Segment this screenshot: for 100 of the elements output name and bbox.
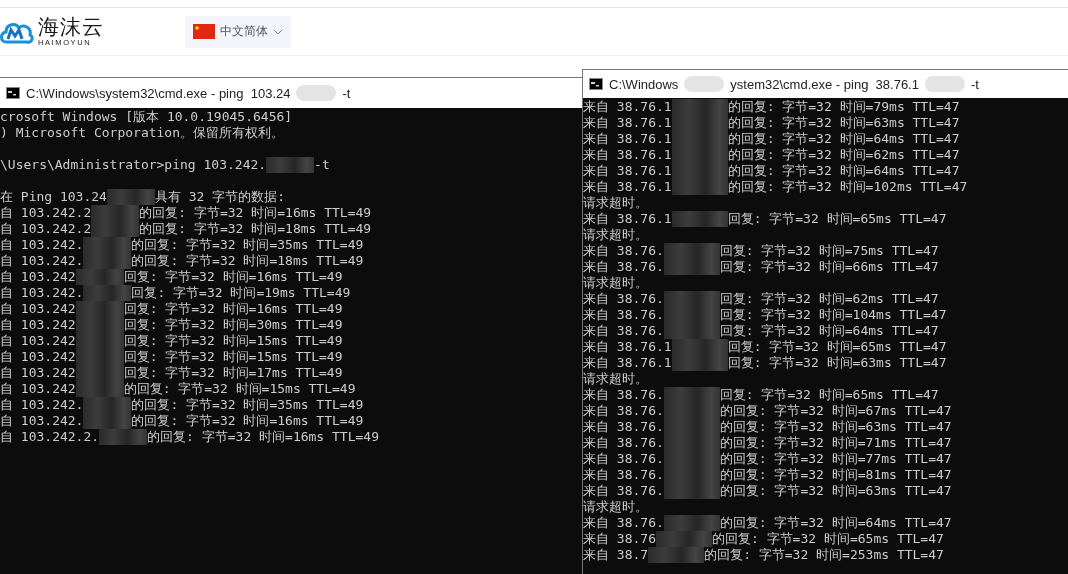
- console-text: 自 103.242: [0, 333, 76, 349]
- window-title: ystem32\cmd.exe - ping 38.76.1: [730, 76, 919, 92]
- console-text: \Users\Administrator>ping 103.242.: [0, 157, 267, 173]
- console-text: -t: [314, 157, 330, 173]
- console-text: 来自 38.76.: [583, 451, 664, 467]
- redaction-mask: [83, 237, 132, 253]
- console-text: 的回复: 字节=32 时间=71ms TTL=47: [719, 435, 952, 451]
- redaction-mask: [75, 269, 124, 285]
- console-text: 来自 38.76.: [583, 323, 664, 339]
- redaction-mask: [663, 515, 720, 531]
- flag-icon: [193, 24, 215, 39]
- redaction-mask: [83, 253, 132, 269]
- console-text: 的回复: 字节=32 时间=79ms TTL=47: [727, 99, 960, 115]
- console-text: 来自 38.76.: [583, 243, 664, 259]
- logo-text: 海沫云: [38, 16, 104, 38]
- console-icon: [589, 78, 603, 90]
- redaction-mask: [684, 76, 725, 92]
- console-text: 的回复: 字节=32 时间=18ms TTL=49: [131, 253, 364, 269]
- console-text: 来自 38.76.: [583, 483, 664, 499]
- console-text: 请求超时。: [583, 227, 648, 243]
- redaction-mask: [663, 259, 720, 275]
- console-text: 回复: 字节=32 时间=15ms TTL=49: [123, 349, 343, 365]
- console-text: 的回复: 字节=32 时间=16ms TTL=49: [147, 429, 379, 445]
- console-text: 回复: 字节=32 时间=16ms TTL=49: [123, 301, 343, 317]
- console-text: 来自 38.76.1: [583, 211, 672, 227]
- console-text: 自 103.242.: [0, 285, 84, 301]
- console-text: 来自 38.76.: [583, 291, 664, 307]
- console-text: 自 103.242: [0, 269, 76, 285]
- console-text: 的回复: 字节=32 时间=62ms TTL=47: [727, 147, 960, 163]
- redaction-mask: [663, 323, 720, 339]
- window-title: -t: [342, 85, 351, 101]
- console-text: 自 103.242.: [0, 237, 84, 253]
- console-text: 回复: 字节=32 时间=65ms TTL=47: [727, 211, 947, 227]
- console-text: 的回复: 字节=32 时间=67ms TTL=47: [719, 403, 952, 419]
- console-text: 来自 38.76: [583, 531, 656, 547]
- window-title: C:\Windows: [609, 76, 679, 92]
- redaction-mask: [671, 339, 728, 355]
- redaction-mask: [99, 429, 148, 445]
- console-text: 来自 38.76.1: [583, 355, 672, 371]
- console-text: 的回复: 字节=32 时间=16ms TTL=49: [131, 413, 364, 429]
- console-text: 来自 38.76.: [583, 435, 664, 451]
- console-text: 的回复: 字节=32 时间=63ms TTL=47: [719, 483, 952, 499]
- console-text: 来自 38.76.1: [583, 115, 672, 131]
- console-text: 来自 38.76.: [583, 307, 664, 323]
- language-dropdown[interactable]: 中文简体: [185, 15, 291, 48]
- console-text: 具有 32 字节的数据:: [154, 189, 286, 205]
- redaction-mask: [266, 157, 315, 173]
- redaction-mask: [671, 355, 728, 371]
- console-text: 自 103.242.2.: [0, 429, 100, 445]
- redaction-mask: [75, 301, 124, 317]
- redaction-mask: [75, 381, 124, 397]
- console-text: 自 103.242.2: [0, 205, 92, 221]
- console-text: 回复: 字节=32 时间=104ms TTL=47: [719, 307, 947, 323]
- console-text: 回复: 字节=32 时间=62ms TTL=47: [719, 291, 939, 307]
- console-text: 的回复: 字节=32 时间=77ms TTL=47: [719, 451, 952, 467]
- console-text: 请求超时。: [583, 499, 648, 515]
- console-text: 的回复: 字节=32 时间=35ms TTL=49: [131, 237, 364, 253]
- console-text: 的回复: 字节=32 时间=253ms TTL=47: [704, 547, 944, 563]
- console-text: 自 103.242.: [0, 253, 84, 269]
- redaction-mask: [671, 211, 728, 227]
- console-text: 的回复: 字节=32 时间=18ms TTL=49: [139, 221, 372, 237]
- console-text: crosoft Windows [版本 10.0.19045.6456]: [0, 109, 293, 125]
- console-text: 来自 38.76.1: [583, 163, 672, 179]
- console-text: 回复: 字节=32 时间=16ms TTL=49: [123, 269, 343, 285]
- console-text: 的回复: 字节=32 时间=65ms TTL=47: [711, 531, 944, 547]
- console-text: 来自 38.76.: [583, 515, 664, 531]
- redaction-mask: [663, 291, 720, 307]
- console-text: 来自 38.76.1: [583, 99, 672, 115]
- console-text: 来自 38.7: [583, 547, 649, 563]
- redaction-mask: [91, 221, 140, 237]
- console-text: 的回复: 字节=32 时间=15ms TTL=49: [123, 381, 356, 397]
- console-text: 回复: 字节=32 时间=66ms TTL=47: [719, 259, 939, 275]
- console-text: 来自 38.76.: [583, 419, 664, 435]
- console-text: 来自 38.76.: [583, 387, 664, 403]
- redaction-mask: [924, 76, 965, 92]
- console-text: 回复: 字节=32 时间=65ms TTL=47: [719, 387, 939, 403]
- console-text: 来自 38.76.1: [583, 131, 672, 147]
- redaction-mask: [663, 483, 720, 499]
- console-text: 的回复: 字节=32 时间=64ms TTL=47: [727, 163, 960, 179]
- redaction-mask: [83, 285, 132, 301]
- console-text: 回复: 字节=32 时间=63ms TTL=47: [727, 355, 947, 371]
- console-text: 在 Ping 103.24: [0, 189, 107, 205]
- console-text: 来自 38.76.1: [583, 339, 672, 355]
- redaction-mask: [663, 387, 720, 403]
- console-text: 的回复: 字节=32 时间=35ms TTL=49: [131, 397, 364, 413]
- console-text: 的回复: 字节=32 时间=64ms TTL=47: [719, 515, 952, 531]
- console-icon: [6, 87, 20, 99]
- console-text: 来自 38.76.1: [583, 147, 672, 163]
- redaction-mask: [91, 205, 140, 221]
- console-text: 的回复: 字节=32 时间=81ms TTL=47: [719, 467, 952, 483]
- console-text: 自 103.242: [0, 301, 76, 317]
- console-text: 来自 38.76.: [583, 259, 664, 275]
- redaction-mask: [648, 547, 705, 563]
- console-text: 来自 38.76.1: [583, 179, 672, 195]
- window-title: C:\Windows\system32\cmd.exe - ping 103.24: [26, 85, 291, 101]
- console-text: 自 103.242: [0, 381, 76, 397]
- console-text: ) Microsoft Corporation。保留所有权利。: [0, 125, 284, 141]
- console-text: 请求超时。: [583, 275, 648, 291]
- console-text: 自 103.242: [0, 365, 76, 381]
- console-text: 回复: 字节=32 时间=75ms TTL=47: [719, 243, 939, 259]
